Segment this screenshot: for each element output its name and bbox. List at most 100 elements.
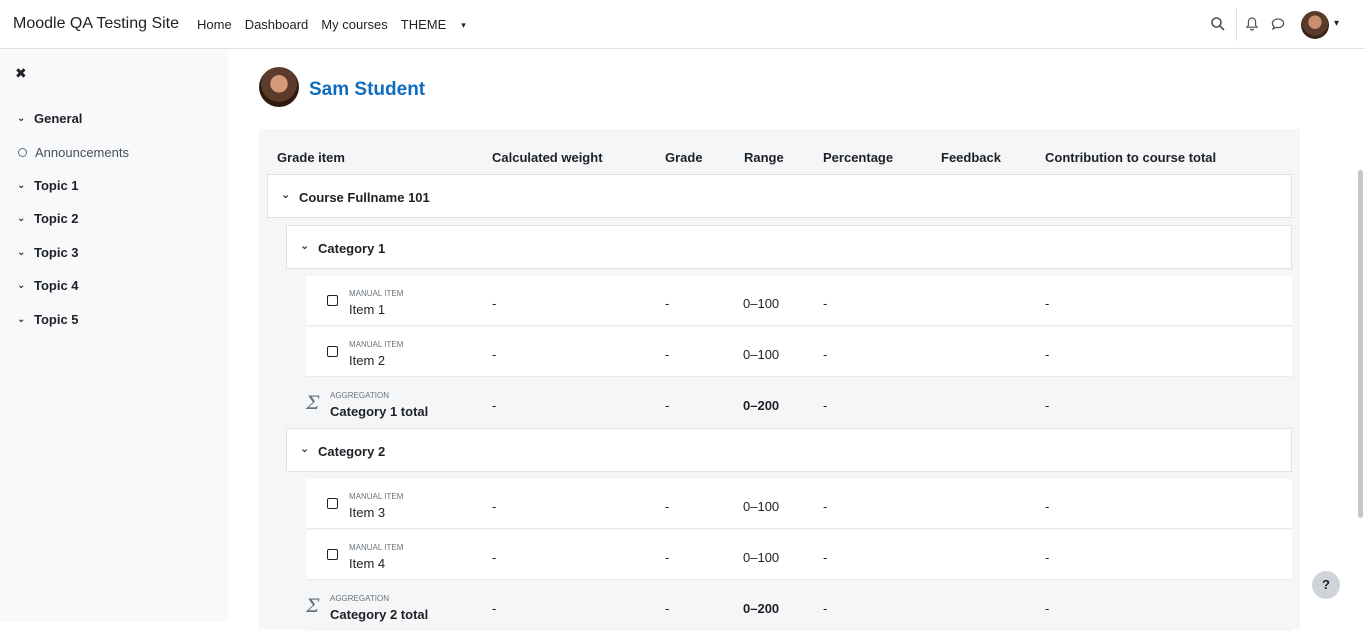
course-index-drawer: ✖ ⌄ General Announcements ⌄ Topic 1 ⌄ To… (0, 49, 228, 622)
course-row[interactable]: ⌄ Course Fullname 101 (267, 174, 1292, 218)
range-cell: 0–200 (743, 601, 780, 616)
course-index-label: Topic 2 (34, 211, 79, 226)
range-cell: 0–100 (743, 296, 780, 311)
course-index-label: Topic 4 (34, 278, 79, 293)
search-icon[interactable] (1210, 16, 1226, 32)
navbar-divider (1236, 8, 1237, 41)
percentage-cell: - (823, 347, 828, 362)
contribution-cell: - (1045, 550, 1050, 565)
chevron-down-icon[interactable]: ⌄ (17, 280, 29, 291)
course-index-item[interactable]: ⌄ General (17, 111, 82, 126)
item-checkbox[interactable] (327, 549, 338, 560)
item-name[interactable]: Item 1 (349, 302, 385, 317)
weight-cell: - (492, 347, 497, 362)
course-index-item[interactable]: ⌄ Topic 4 (17, 278, 79, 293)
main-region: Sam Student Grade item Calculated weight… (228, 49, 1365, 631)
weight-cell: - (492, 499, 497, 514)
course-index-label: General (34, 111, 83, 126)
chevron-down-icon[interactable]: ▾ (1334, 18, 1339, 29)
item-type: AGGREGATION (330, 391, 389, 400)
user-picture[interactable] (259, 67, 299, 107)
column-header-percentage: Percentage (823, 150, 894, 165)
category-total-row: Σ AGGREGATION Category 1 total - - 0–200… (306, 378, 1292, 428)
range-cell: 0–100 (743, 347, 780, 362)
nav-theme-menu[interactable]: THEME ▾ (401, 17, 479, 32)
sigma-icon: Σ (306, 392, 320, 414)
total-name: Category 2 total (330, 607, 429, 622)
nav-dashboard[interactable]: Dashboard (245, 17, 309, 32)
chevron-down-icon[interactable]: ⌄ (17, 314, 29, 325)
course-index-item[interactable]: ⌄ Topic 2 (17, 211, 79, 226)
range-cell: 0–100 (743, 550, 780, 565)
item-type: MANUAL ITEM (349, 543, 404, 552)
percentage-cell: - (823, 398, 828, 413)
weight-cell: - (492, 296, 497, 311)
nav-home[interactable]: Home (197, 17, 232, 32)
help-button[interactable]: ? (1312, 571, 1340, 599)
top-navbar: Moodle QA Testing Site Home Dashboard My… (0, 0, 1365, 49)
percentage-cell: - (823, 601, 828, 616)
item-name[interactable]: Item 3 (349, 505, 385, 520)
weight-cell: - (492, 550, 497, 565)
chevron-down-icon[interactable]: ⌄ (300, 442, 309, 455)
column-header-range: Range (744, 150, 784, 165)
nav-my-courses[interactable]: My courses (321, 17, 387, 32)
item-type: MANUAL ITEM (349, 340, 404, 349)
contribution-cell: - (1045, 601, 1050, 616)
column-header-grade-item: Grade item (277, 150, 345, 165)
column-header-feedback: Feedback (941, 150, 1001, 165)
chat-icon[interactable] (1270, 16, 1286, 32)
item-name[interactable]: Item 4 (349, 556, 385, 571)
category-row[interactable]: ⌄ Category 1 (286, 225, 1292, 269)
item-checkbox[interactable] (327, 295, 338, 306)
nav-theme-label: THEME (400, 17, 447, 32)
course-index-label: Topic 1 (34, 178, 79, 193)
chevron-down-icon[interactable]: ⌄ (281, 188, 290, 201)
item-type: AGGREGATION (330, 594, 389, 603)
course-index-label: Topic 3 (34, 245, 79, 260)
bell-icon[interactable] (1244, 16, 1260, 32)
contribution-cell: - (1045, 398, 1050, 413)
chevron-down-icon[interactable]: ⌄ (17, 247, 29, 258)
chevron-down-icon: ▾ (461, 20, 466, 30)
course-index-label: Topic 5 (34, 312, 79, 327)
total-name: Category 1 total (330, 404, 429, 419)
chevron-down-icon[interactable]: ⌄ (17, 113, 29, 124)
course-index-item[interactable]: ⌄ Topic 1 (17, 178, 79, 193)
contribution-cell: - (1045, 499, 1050, 514)
course-name: Course Fullname 101 (299, 190, 430, 205)
grade-cell: - (665, 601, 670, 616)
user-avatar-menu[interactable] (1301, 11, 1329, 39)
grade-item-row: MANUAL ITEM Item 2 - - 0–100 - - (306, 327, 1292, 377)
chevron-down-icon[interactable]: ⌄ (17, 180, 29, 191)
column-header-contribution: Contribution to course total (1045, 150, 1217, 165)
grade-item-row: MANUAL ITEM Item 3 - - 0–100 - - (306, 479, 1292, 529)
grade-cell: - (665, 499, 670, 514)
chevron-down-icon[interactable]: ⌄ (17, 213, 29, 224)
item-type: MANUAL ITEM (349, 492, 404, 501)
item-type: MANUAL ITEM (349, 289, 404, 298)
grade-cell: - (665, 296, 670, 311)
percentage-cell: - (823, 499, 828, 514)
course-index-item[interactable]: Announcements (17, 145, 129, 160)
column-header-grade: Grade (665, 150, 703, 165)
item-checkbox[interactable] (327, 498, 338, 509)
percentage-cell: - (823, 296, 828, 311)
chevron-down-icon[interactable]: ⌄ (300, 239, 309, 252)
course-index-item[interactable]: ⌄ Topic 3 (17, 245, 79, 260)
grade-cell: - (665, 347, 670, 362)
course-index-label: Announcements (35, 145, 129, 160)
grade-cell: - (665, 398, 670, 413)
item-checkbox[interactable] (327, 346, 338, 357)
user-name-link[interactable]: Sam Student (309, 79, 425, 101)
contribution-cell: - (1045, 347, 1050, 362)
category-name: Category 2 (318, 444, 386, 459)
category-row[interactable]: ⌄ Category 2 (286, 428, 1292, 472)
range-cell: 0–200 (743, 398, 780, 413)
close-icon[interactable]: ✖ (15, 65, 27, 82)
range-cell: 0–100 (743, 499, 780, 514)
site-name[interactable]: Moodle QA Testing Site (13, 15, 179, 33)
item-name[interactable]: Item 2 (349, 353, 385, 368)
course-index-item[interactable]: ⌄ Topic 5 (17, 312, 79, 327)
page-scrollbar[interactable] (1358, 170, 1363, 518)
